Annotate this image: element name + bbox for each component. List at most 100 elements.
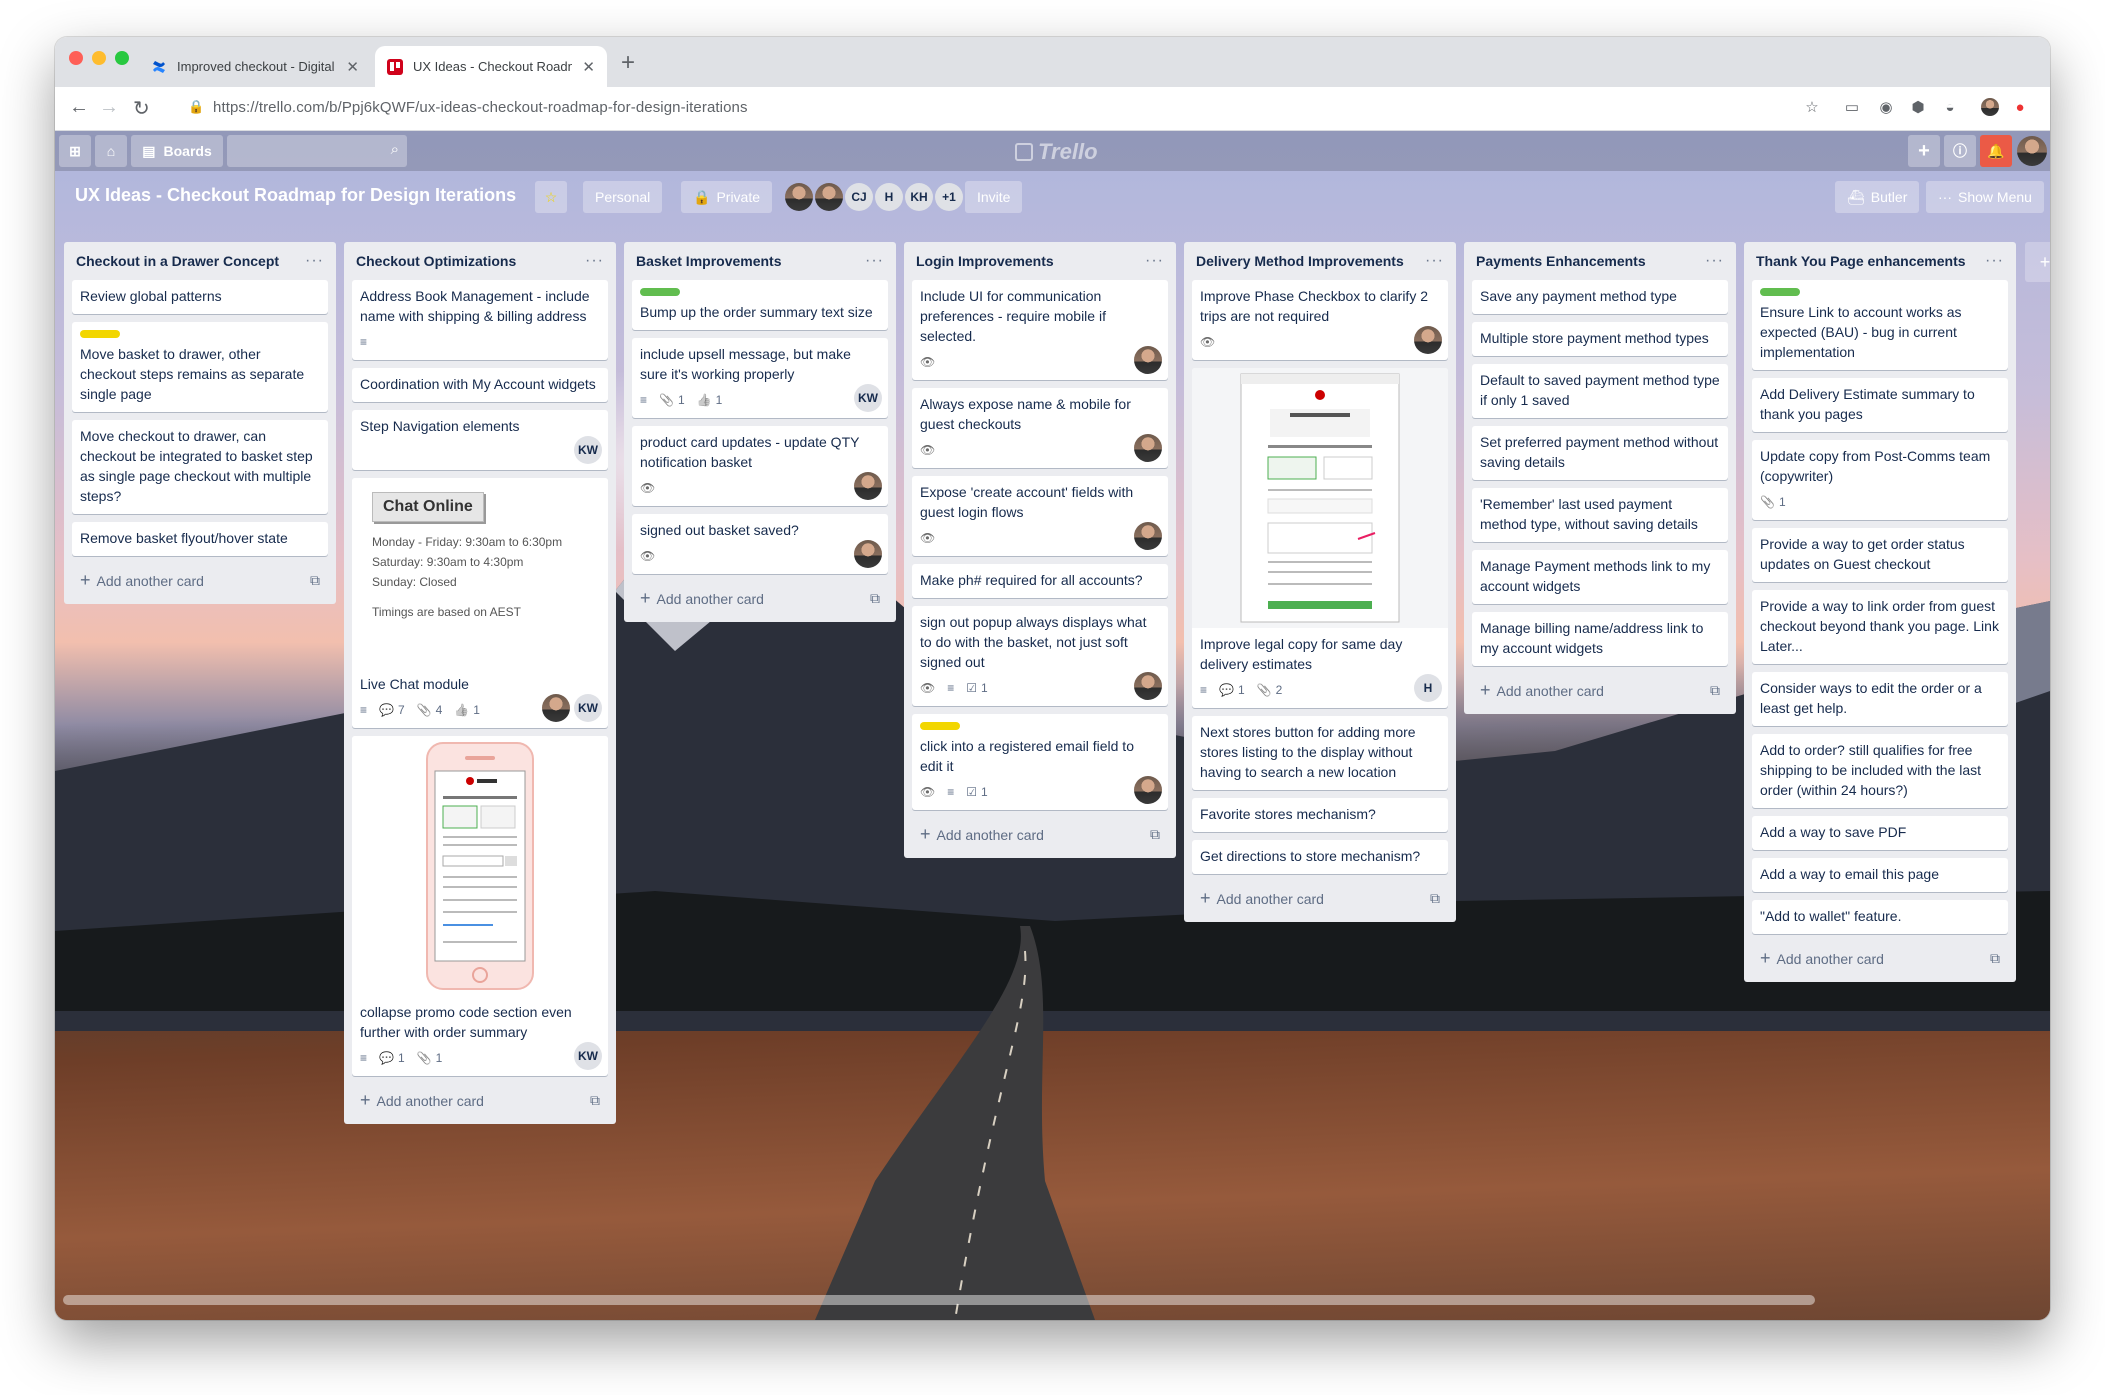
list-menu-icon[interactable]: ··· xyxy=(865,252,884,270)
member-initials[interactable]: H xyxy=(1414,674,1442,702)
account-avatar[interactable] xyxy=(2016,135,2048,167)
member-initials[interactable]: H xyxy=(875,183,903,211)
card-template-icon[interactable]: ⧉ xyxy=(1710,682,1720,699)
list-menu-icon[interactable]: ··· xyxy=(1705,252,1724,270)
list-menu-icon[interactable]: ··· xyxy=(1145,252,1164,270)
show-menu-button[interactable]: ··· Show Menu xyxy=(1926,181,2044,213)
list-card[interactable]: Add Delivery Estimate summary to thank y… xyxy=(1752,378,2008,432)
card-template-icon[interactable]: ⧉ xyxy=(1150,826,1160,843)
list-card[interactable]: Add a way to email this page xyxy=(1752,858,2008,892)
add-card-button[interactable]: + Add another card ⧉ xyxy=(632,582,888,614)
trello-logo[interactable]: Trello xyxy=(1015,139,1098,165)
add-card-button[interactable]: + Add another card ⧉ xyxy=(1472,674,1728,706)
star-board-icon[interactable]: ☆ xyxy=(535,181,567,213)
add-card-button[interactable]: + Add another card ⧉ xyxy=(352,1084,608,1116)
search-input[interactable]: ⌕ xyxy=(227,135,407,167)
board-title[interactable]: UX Ideas - Checkout Roadmap for Design I… xyxy=(75,185,516,206)
list-card[interactable]: Expose 'create account' fields with gues… xyxy=(912,476,1168,556)
more-members-badge[interactable]: +1 xyxy=(935,183,963,211)
apps-grid-icon[interactable]: ⊞ xyxy=(59,135,91,167)
list-card[interactable]: Save any payment method type xyxy=(1472,280,1728,314)
list-menu-icon[interactable]: ··· xyxy=(585,252,604,270)
list-card[interactable]: Multiple store payment method types xyxy=(1472,322,1728,356)
member-initials[interactable]: CJ xyxy=(845,183,873,211)
member-initials[interactable]: KH xyxy=(905,183,933,211)
color-extension-icon[interactable]: ◉ xyxy=(1877,98,1895,116)
zoom-window-button[interactable] xyxy=(115,51,129,65)
list-card[interactable]: Get directions to store mechanism? xyxy=(1192,840,1448,874)
member-initials[interactable]: KW xyxy=(574,1042,602,1070)
minimize-window-button[interactable] xyxy=(92,51,106,65)
bookmark-star-icon[interactable]: ☆ xyxy=(1803,98,1821,116)
list-card[interactable]: Ensure Link to account works as expected… xyxy=(1752,280,2008,370)
list-card[interactable]: Favorite stores mechanism? xyxy=(1192,798,1448,832)
list-card[interactable]: collapse promo code section even further… xyxy=(352,736,608,1076)
add-card-button[interactable]: + Add another card ⧉ xyxy=(1752,942,2008,974)
boards-button[interactable]: ▤ Boards xyxy=(131,135,223,167)
list-card[interactable]: Remove basket flyout/hover state xyxy=(72,522,328,556)
extension-alert-icon[interactable]: ● xyxy=(2011,98,2029,116)
list-card[interactable]: Address Book Management - include name w… xyxy=(352,280,608,360)
card-template-icon[interactable]: ⧉ xyxy=(1990,950,2000,967)
list-card[interactable]: Include UI for communication preferences… xyxy=(912,280,1168,380)
card-label[interactable] xyxy=(1760,288,1800,296)
list-title[interactable]: Checkout in a Drawer Concept xyxy=(76,253,279,269)
list-title[interactable]: Thank You Page enhancements xyxy=(1756,253,1966,269)
add-card-button[interactable]: + Add another card ⧉ xyxy=(912,818,1168,850)
card-template-icon[interactable]: ⧉ xyxy=(870,590,880,607)
member-initials[interactable]: KW xyxy=(574,694,602,722)
butler-button[interactable]: ⛴ Butler xyxy=(1835,181,1920,213)
add-card-button[interactable]: + Add another card ⧉ xyxy=(1192,882,1448,914)
member-avatar[interactable] xyxy=(542,694,570,722)
card-template-icon[interactable]: ⧉ xyxy=(1430,890,1440,907)
member-initials[interactable]: KW xyxy=(854,384,882,412)
close-window-button[interactable] xyxy=(69,51,83,65)
member-avatar[interactable] xyxy=(1134,522,1162,550)
list-card[interactable]: Set preferred payment method without sav… xyxy=(1472,426,1728,480)
list-title[interactable]: Checkout Optimizations xyxy=(356,253,516,269)
new-tab-button[interactable]: + xyxy=(621,49,635,77)
browser-tab-confluence[interactable]: Improved checkout - Digital Ex ✕ xyxy=(139,46,371,87)
url-field[interactable]: https://trello.com/b/Ppj6kQWF/ux-ideas-c… xyxy=(213,99,748,116)
list-menu-icon[interactable]: ··· xyxy=(305,252,324,270)
card-template-icon[interactable]: ⧉ xyxy=(590,1092,600,1109)
visibility-button[interactable]: 🔒 Private xyxy=(681,181,773,213)
forward-icon[interactable]: → xyxy=(99,96,119,119)
list-card[interactable]: Coordination with My Account widgets xyxy=(352,368,608,402)
list-card[interactable]: "Add to wallet" feature. xyxy=(1752,900,2008,934)
member-avatar[interactable] xyxy=(815,183,843,211)
add-card-button[interactable]: + Add another card ⧉ xyxy=(72,564,328,596)
close-tab-icon[interactable]: ✕ xyxy=(346,58,359,76)
list-card[interactable]: Improve legal copy for same day delivery… xyxy=(1192,368,1448,708)
list-card[interactable]: product card updates - update QTY notifi… xyxy=(632,426,888,506)
close-tab-icon[interactable]: ✕ xyxy=(582,58,595,76)
list-card[interactable]: Consider ways to edit the order or a lea… xyxy=(1752,672,2008,726)
list-title[interactable]: Payments Enhancements xyxy=(1476,253,1646,269)
profile-avatar[interactable] xyxy=(1981,98,1999,116)
member-avatar[interactable] xyxy=(1134,434,1162,462)
list-card[interactable]: Bump up the order summary text size xyxy=(632,280,888,330)
add-list-button[interactable]: + xyxy=(2025,242,2050,282)
list-title[interactable]: Delivery Method Improvements xyxy=(1196,253,1404,269)
list-card[interactable]: Provide a way to link order from guest c… xyxy=(1752,590,2008,664)
list-card[interactable]: include upsell message, but make sure it… xyxy=(632,338,888,418)
list-card[interactable]: Move checkout to drawer, can checkout be… xyxy=(72,420,328,514)
cast-icon[interactable]: ▭ xyxy=(1843,98,1861,116)
horizontal-scrollbar[interactable] xyxy=(63,1295,1815,1305)
list-card[interactable]: Always expose name & mobile for guest ch… xyxy=(912,388,1168,468)
list-card[interactable]: Next stores button for adding more store… xyxy=(1192,716,1448,790)
notification-bell-icon[interactable]: 🔔 xyxy=(1980,135,2012,167)
list-card[interactable]: Make ph# required for all accounts? xyxy=(912,564,1168,598)
card-label[interactable] xyxy=(920,722,960,730)
list-card[interactable]: Default to saved payment method type if … xyxy=(1472,364,1728,418)
list-card[interactable]: Move basket to drawer, other checkout st… xyxy=(72,322,328,412)
list-menu-icon[interactable]: ··· xyxy=(1425,252,1444,270)
member-avatar[interactable] xyxy=(854,472,882,500)
reload-icon[interactable]: ↻ xyxy=(133,96,150,121)
member-avatar[interactable] xyxy=(1134,776,1162,804)
create-plus-icon[interactable]: + xyxy=(1908,135,1940,167)
back-icon[interactable]: ← xyxy=(69,96,89,119)
member-avatar[interactable] xyxy=(1134,346,1162,374)
team-visibility-button[interactable]: Personal xyxy=(583,181,663,213)
list-card[interactable]: Add a way to save PDF xyxy=(1752,816,2008,850)
